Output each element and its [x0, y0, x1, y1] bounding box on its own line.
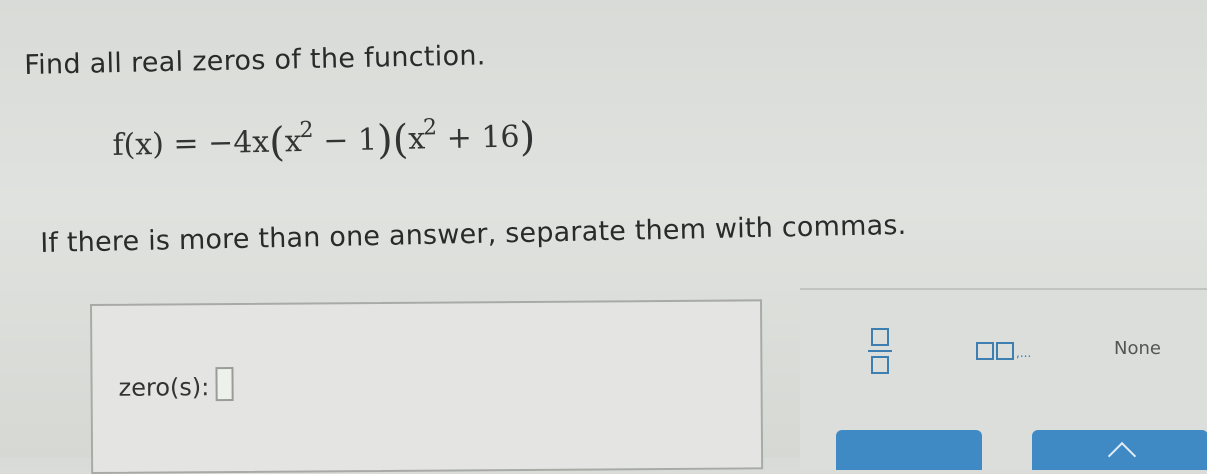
factor2-exponent: 2 [422, 115, 438, 141]
function-equation: f(x) = −4x(x2 − 1)(x2 + 16) [112, 114, 536, 166]
math-palette: ,... None [800, 288, 1207, 471]
zeros-label: zero(s): [118, 367, 234, 402]
zeros-label-text: zero(s): [118, 373, 210, 402]
factor2-rest: + 16 [436, 119, 520, 157]
zeros-input[interactable] [215, 367, 234, 402]
question-prompt: Find all real zeros of the function. [24, 40, 486, 81]
equation-lhs: f(x) = −4x [112, 124, 270, 163]
list-box-icon [976, 342, 994, 360]
instruction-text: If there is more than one answer, separa… [40, 209, 907, 259]
numerator-box-icon [871, 328, 889, 346]
undo-button[interactable] [1032, 430, 1207, 471]
none-button[interactable]: None [1114, 338, 1161, 359]
list-button[interactable]: ,... [976, 342, 1031, 360]
factor1-exponent: 2 [299, 117, 314, 144]
fraction-bar-icon [868, 350, 892, 352]
list-ellipsis: ,... [1016, 346, 1032, 360]
answer-panel: zero(s): [90, 299, 764, 474]
list-box-icon [996, 342, 1014, 360]
undo-icon [1107, 441, 1137, 471]
fraction-button[interactable] [868, 328, 892, 374]
factor1-rest: − 1 [313, 122, 378, 159]
denominator-box-icon [871, 356, 889, 374]
clear-button[interactable] [836, 430, 982, 470]
